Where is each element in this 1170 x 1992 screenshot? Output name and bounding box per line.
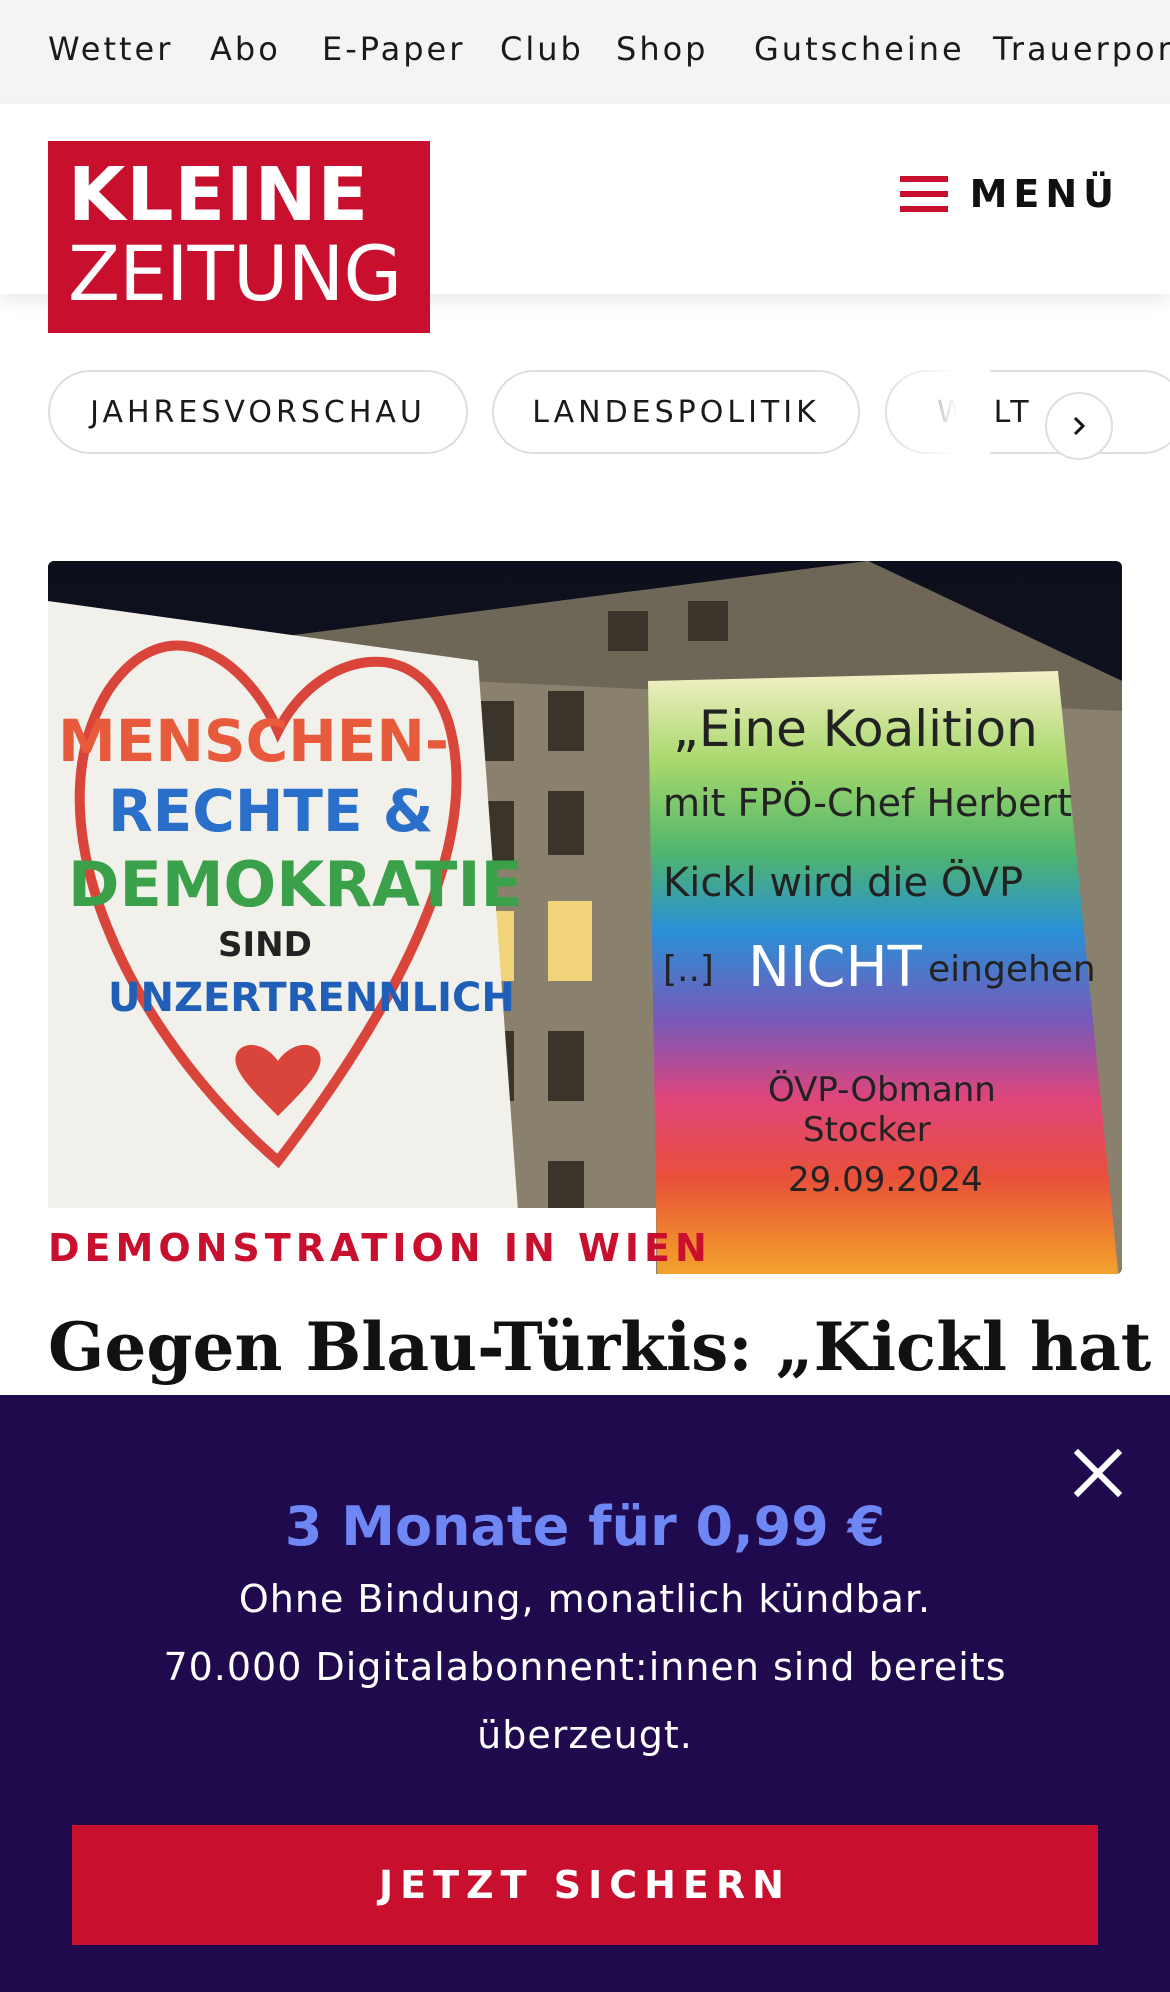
svg-text:RECHTE &: RECHTE & <box>108 777 433 845</box>
svg-text:DEMOKRATIE: DEMOKRATIE <box>68 848 523 921</box>
topic-tags-row: JAHRESVORSCHAU LANDESPOLITIK WELT <box>0 368 1170 464</box>
site-logo[interactable]: KLEINE ZEITUNG <box>48 141 430 333</box>
svg-text:UNZERTRENNLICH: UNZERTRENNLICH <box>108 975 515 1021</box>
top-utility-nav: Wetter Abo E-Paper Club Shop Gutscheine … <box>0 0 1170 104</box>
close-overlay-button[interactable] <box>1070 1445 1126 1501</box>
svg-text:[..]: [..] <box>663 949 714 990</box>
nav-link-wetter[interactable]: Wetter <box>48 30 173 68</box>
svg-text:29.09.2024: 29.09.2024 <box>788 1160 983 1200</box>
tag-jahresvorschau[interactable]: JAHRESVORSCHAU <box>48 370 468 454</box>
svg-text:Stocker: Stocker <box>803 1110 931 1150</box>
svg-text:NICHT: NICHT <box>748 935 923 1000</box>
nav-link-abo[interactable]: Abo <box>210 30 281 68</box>
svg-text:MENSCHEN-: MENSCHEN- <box>58 707 449 775</box>
article-hero-image[interactable]: MENSCHEN- RECHTE & DEMOKRATIE SIND UNZER… <box>48 561 1122 1274</box>
site-header: KLEINE ZEITUNG MENÜ <box>0 104 1170 333</box>
offer-line-2: 70.000 Digitalabonnent:innen sind bereit… <box>163 1645 1007 1689</box>
close-icon <box>1073 1448 1123 1498</box>
chevron-right-icon <box>1073 416 1086 436</box>
nav-link-epaper[interactable]: E-Paper <box>322 30 465 68</box>
svg-text:ÖVP-Obmann: ÖVP-Obmann <box>768 1069 996 1110</box>
logo-text-kleine: KLEINE <box>68 152 370 238</box>
svg-text:SIND: SIND <box>218 925 312 965</box>
hamburger-icon <box>900 176 948 212</box>
svg-text:„Eine Koalition: „Eine Koalition <box>673 700 1038 758</box>
offer-title: 3 Monate für 0,99 € <box>284 1495 886 1558</box>
tag-landespolitik[interactable]: LANDESPOLITIK <box>492 370 860 454</box>
nav-link-gutscheine[interactable]: Gutscheine <box>754 30 965 68</box>
article-headline[interactable]: Gegen Blau-Türkis: „Kickl hat <box>48 1308 1151 1386</box>
offer-line-3: überzeugt. <box>477 1713 693 1757</box>
nav-link-trauerportal[interactable]: Trauerportal <box>993 30 1170 68</box>
menu-button[interactable]: MENÜ <box>900 164 1120 224</box>
menu-label: MENÜ <box>969 172 1120 216</box>
logo-text-zeitung: ZEITUNG <box>68 229 402 318</box>
nav-link-club[interactable]: Club <box>500 30 584 68</box>
protest-photo: MENSCHEN- RECHTE & DEMOKRATIE SIND UNZER… <box>48 561 1122 1274</box>
article-kicker: DEMONSTRATION IN WIEN <box>48 1226 712 1270</box>
subscription-overlay: 3 Monate für 0,99 € Ohne Bindung, monatl… <box>0 1395 1170 1992</box>
tags-fade <box>880 368 990 464</box>
nav-link-shop[interactable]: Shop <box>616 30 708 68</box>
tags-scroll-right-button[interactable] <box>1045 392 1113 460</box>
offer-line-1: Ohne Bindung, monatlich kündbar. <box>238 1577 932 1621</box>
svg-text:eingehen: eingehen <box>928 949 1096 990</box>
svg-text:Kickl wird die ÖVP: Kickl wird die ÖVP <box>663 858 1023 906</box>
svg-text:mit FPÖ-Chef Herbert: mit FPÖ-Chef Herbert <box>663 781 1072 825</box>
subscribe-cta-button[interactable]: JETZT SICHERN <box>72 1825 1098 1945</box>
